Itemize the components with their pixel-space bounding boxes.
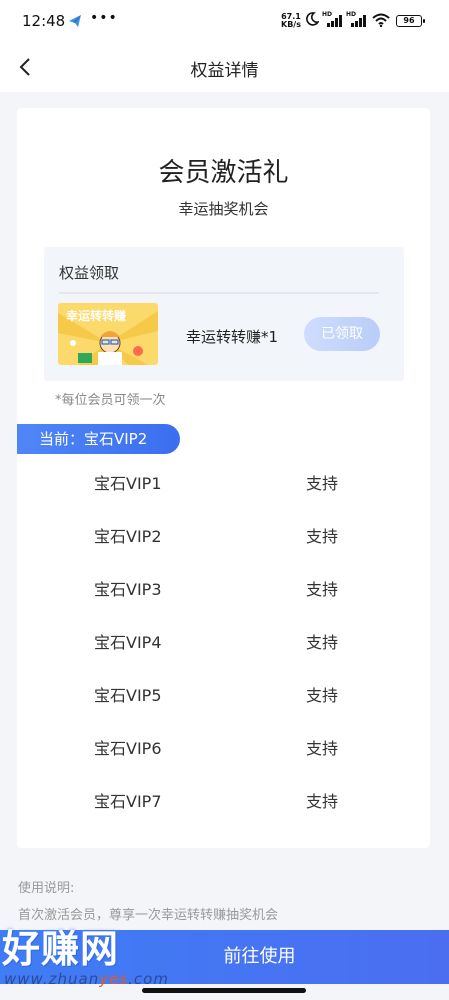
benefit-card: 会员激活礼 幸运抽奖机会 权益领取 幸运转转赚 幸运转转赚*1 已领取 *每位会… xyxy=(17,108,430,848)
claimed-button[interactable]: 已领取 xyxy=(304,317,380,351)
level-support: 支持 xyxy=(306,739,339,758)
level-support: 支持 xyxy=(306,633,339,652)
list-item: 宝石VIP5 支持 xyxy=(17,665,430,718)
current-level-badge: 当前：宝石VIP2 xyxy=(17,424,180,454)
list-item: 宝石VIP2 支持 xyxy=(17,506,430,559)
wifi-icon xyxy=(372,13,390,27)
benefit-section-title: 权益领取 xyxy=(59,264,120,282)
list-item: 宝石VIP1 支持 xyxy=(17,453,430,506)
battery-icon: 96 xyxy=(396,15,425,27)
status-time: 12:48 xyxy=(22,12,66,30)
status-more-icon: ••• xyxy=(90,10,118,26)
thumbnail-title-text: 幸运转转赚 xyxy=(66,308,126,323)
level-name: 宝石VIP1 xyxy=(94,474,162,493)
level-name: 宝石VIP6 xyxy=(94,739,162,758)
network-speed: 67.1 KB/s xyxy=(281,13,301,29)
watermark-url-prefix: www.zhuan xyxy=(4,970,100,988)
vip-level-list: 宝石VIP1 支持 宝石VIP2 支持 宝石VIP3 支持 宝石VIP4 支持 … xyxy=(17,453,430,824)
signal-2-icon: HD xyxy=(346,11,368,27)
list-item: 宝石VIP4 支持 xyxy=(17,612,430,665)
list-item: 宝石VIP3 支持 xyxy=(17,559,430,612)
level-name: 宝石VIP5 xyxy=(94,686,162,705)
signal-1-icon: HD xyxy=(322,11,344,27)
page-title: 权益详情 xyxy=(190,61,259,81)
usage-title: 使用说明: xyxy=(18,881,75,896)
watermark-logo: 好赚网 xyxy=(2,927,120,971)
watermark-url-suffix: .com xyxy=(128,970,169,988)
network-speed-unit: KB/s xyxy=(281,20,301,29)
card-title: 会员激活礼 xyxy=(158,158,289,188)
card-subtitle: 幸运抽奖机会 xyxy=(178,200,269,218)
list-item: 宝石VIP7 支持 xyxy=(17,771,430,824)
home-indicator[interactable] xyxy=(142,988,306,993)
level-name: 宝石VIP2 xyxy=(94,527,162,546)
level-name: 宝石VIP3 xyxy=(94,580,162,599)
level-support: 支持 xyxy=(306,686,339,705)
level-name: 宝石VIP7 xyxy=(94,792,162,811)
benefit-claim-box: 权益领取 幸运转转赚 幸运转转赚*1 已领取 xyxy=(44,247,404,381)
watermark-url: www.zhuanyes.com xyxy=(4,970,169,988)
level-support: 支持 xyxy=(306,792,339,811)
lucky-spin-thumbnail: 幸运转转赚 xyxy=(58,303,158,365)
list-item: 宝石VIP6 支持 xyxy=(17,718,430,771)
divider xyxy=(59,292,379,294)
level-support: 支持 xyxy=(306,527,339,546)
benefit-item-label: 幸运转转赚*1 xyxy=(186,328,279,346)
claim-note: *每位会员可领一次 xyxy=(55,393,166,408)
watermark-url-highlight: yes xyxy=(99,970,129,988)
level-support: 支持 xyxy=(306,580,339,599)
paper-plane-icon xyxy=(69,15,81,27)
moon-icon xyxy=(306,12,319,26)
level-support: 支持 xyxy=(306,474,339,493)
nav-bar: 权益详情 xyxy=(0,44,449,92)
status-bar: 12:48 ••• 67.1 KB/s HD HD 96 xyxy=(0,0,449,44)
level-name: 宝石VIP4 xyxy=(94,633,162,652)
